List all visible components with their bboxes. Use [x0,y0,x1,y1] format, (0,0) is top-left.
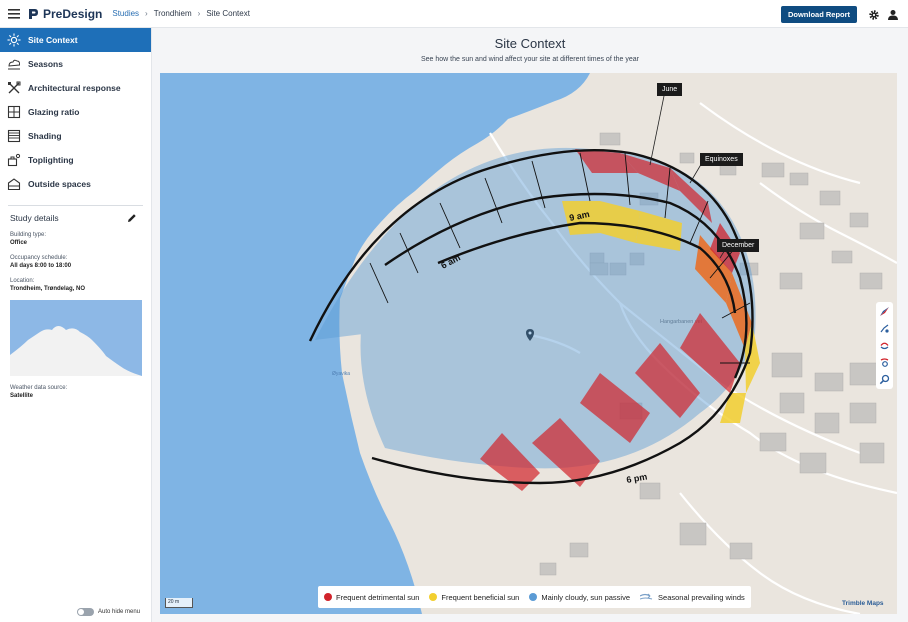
tooltip-june: June [657,83,683,96]
study-details-header: Study details [0,206,151,223]
page-subtitle: See how the sun and wind affect your sit… [420,56,640,63]
pencil-icon[interactable] [127,213,137,223]
chevron-right-icon: › [197,9,201,18]
auto-hide-toggle[interactable]: Auto hide menu [77,608,140,616]
legend-label: Mainly cloudy, sun passive [541,592,631,602]
breadcrumb-studies[interactable]: Studies [112,9,139,18]
legend-item: Frequent beneficial sun [429,593,519,602]
weather-label: Weather data source: [10,385,68,391]
compass-icon[interactable] [878,304,891,319]
toggle-switch[interactable] [77,608,94,616]
breadcrumb-project[interactable]: Trondhiem [154,9,192,18]
rotate-icon[interactable] [878,338,891,353]
window-icon [7,105,21,119]
sidebar-item-glazing-ratio[interactable]: Glazing ratio [0,100,151,124]
app-logo[interactable]: PreDesign [28,7,102,21]
map-toolbar [876,302,893,389]
location-label: Location: [10,278,35,284]
legend-dot-cloudy [529,593,538,601]
top-bar: PreDesign Studies › Trondhiem › Site Con… [0,0,908,28]
orbit-icon[interactable] [878,321,891,336]
building-type-label: Building type: [10,232,47,238]
sidebar: Site Context Seasons Architectural respo… [0,28,152,622]
building-type-value: Office [10,240,28,246]
scale-bar: 20 m [165,598,193,608]
weather-value: Satellite [10,393,34,399]
sidebar-item-label: Toplighting [28,155,74,165]
legend-label: Seasonal prevailing winds [658,592,745,602]
map-canvas[interactable]: Øyavika Hangarbanen vei [160,73,897,614]
sidebar-item-label: Architectural response [28,83,121,93]
tools-icon [8,81,21,94]
legend-item: Seasonal prevailing winds [640,593,745,602]
legend-item: Frequent detrimental sun [324,593,419,602]
map-legend: Frequent detrimental sun Frequent benefi… [318,586,751,608]
sun-icon [7,33,21,47]
site-map[interactable]: Øyavika Hangarbanen vei [160,73,897,614]
sidebar-item-toplighting[interactable]: Toplighting [0,148,151,172]
legend-dot-detrimental [324,593,332,601]
page-title: Site Context [494,36,566,51]
sidebar-item-label: Glazing ratio [28,107,80,117]
sidebar-item-shading[interactable]: Shading [0,124,151,148]
sidebar-item-outside-spaces[interactable]: Outside spaces [0,172,151,196]
location-value: Trondheim, Trøndelag, NO [10,286,86,292]
user-icon[interactable] [887,8,899,20]
legend-label: Frequent detrimental sun [336,592,420,602]
sidebar-item-site-context[interactable]: Site Context [0,28,151,52]
tooltip-december: December [717,239,760,252]
water-label: Øyavika [332,371,350,377]
sidebar-item-seasons[interactable]: Seasons [0,52,151,76]
sidebar-item-label: Site Context [28,35,78,45]
predesign-logo-icon [29,8,38,19]
toplighting-icon [7,153,21,167]
breadcrumb: Studies › Trondhiem › Site Context [112,9,250,18]
outside-spaces-icon [7,178,21,191]
tilt-icon[interactable] [878,355,891,370]
occupancy-value: All days 8:00 to 18:00 [10,263,72,269]
study-details-heading: Study details [10,213,59,223]
download-report-button[interactable]: Download Report [781,6,857,23]
auto-hide-label: Auto hide menu [98,609,141,615]
gear-icon[interactable] [868,8,880,20]
shading-icon [7,129,21,143]
breadcrumb-current: Site Context [206,9,250,18]
tooltip-equinoxes: Equinoxes [700,153,743,166]
sidebar-item-label: Seasons [28,59,63,69]
app-name: PreDesign [43,6,103,21]
chevron-right-icon: › [145,9,148,18]
legend-dot-beneficial [429,593,438,601]
occupancy-label: Occupancy schedule: [10,255,68,261]
menu-icon[interactable] [0,0,28,28]
legend-label: Frequent beneficial sun [441,592,520,602]
map-attribution: Trimble Maps [842,600,884,607]
sidebar-item-label: Shading [28,131,62,141]
wind-arrow-icon [640,593,653,600]
location-thumbnail [10,300,142,376]
zoom-icon[interactable] [878,372,891,387]
seasons-icon [8,59,21,70]
legend-item: Mainly cloudy, sun passive [529,593,630,602]
sidebar-item-label: Outside spaces [28,179,91,189]
sidebar-item-architectural-response[interactable]: Architectural response [0,76,151,100]
